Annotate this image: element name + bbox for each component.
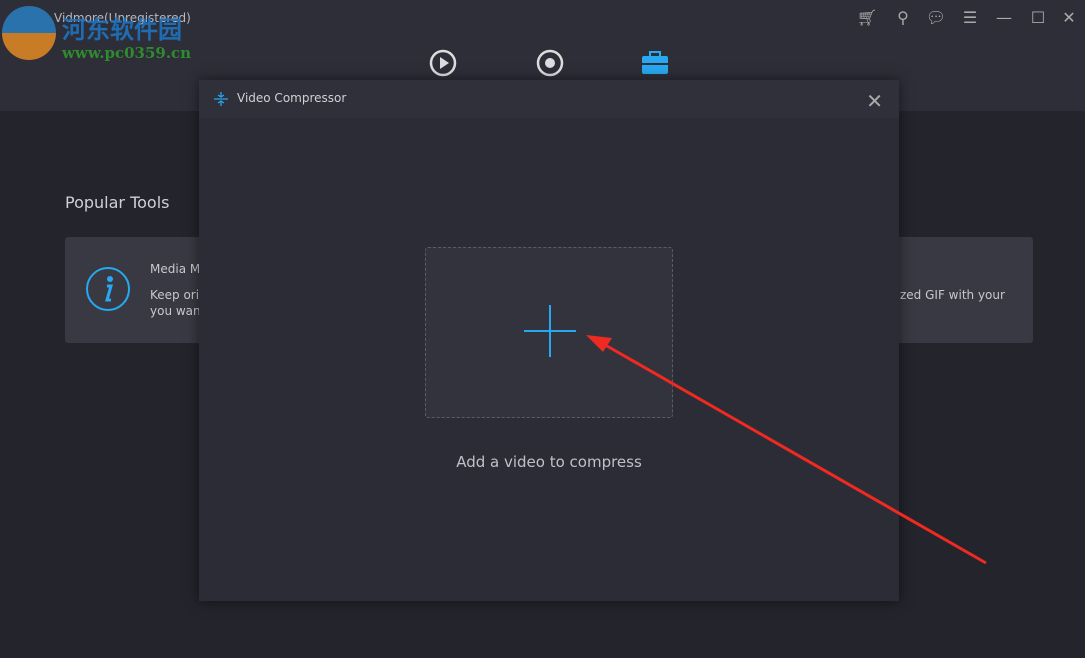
menu-icon[interactable]: ☰	[959, 8, 981, 28]
tool-card-gif-maker[interactable]: zed GIF with your	[880, 237, 1033, 343]
card-desc: you want	[150, 304, 206, 318]
close-icon[interactable]: ✕	[1058, 8, 1080, 28]
recorder-icon[interactable]	[535, 48, 565, 78]
card-title: Media M	[150, 262, 201, 276]
info-icon	[86, 267, 130, 311]
feedback-icon[interactable]: 💬︎	[925, 8, 947, 28]
tool-card-media-metadata[interactable]: Media M Keep orig you want	[65, 237, 215, 343]
minimize-icon[interactable]: —	[993, 8, 1015, 28]
plus-icon-vertical	[549, 305, 551, 357]
watermark-url: www.pc0359.cn	[62, 44, 192, 62]
watermark-text: 河东软件园	[62, 15, 182, 44]
dialog-title: Video Compressor	[237, 91, 347, 105]
converter-icon[interactable]	[428, 48, 458, 78]
close-dialog-button[interactable]: ✕	[866, 89, 883, 113]
add-video-label: Add a video to compress	[456, 453, 642, 471]
watermark-logo	[2, 6, 56, 60]
toolbox-icon[interactable]	[640, 48, 670, 78]
add-video-dropzone[interactable]	[425, 247, 673, 418]
section-title: Popular Tools	[65, 193, 170, 212]
video-compressor-dialog: Video Compressor ✕ Add a video to compre…	[199, 80, 899, 601]
key-icon[interactable]: ⚲	[892, 8, 914, 28]
card-desc: zed GIF with your	[900, 288, 1005, 302]
cart-icon[interactable]: 🛒︎	[856, 8, 878, 28]
maximize-icon[interactable]: ☐	[1027, 8, 1049, 28]
compress-icon	[214, 92, 228, 106]
